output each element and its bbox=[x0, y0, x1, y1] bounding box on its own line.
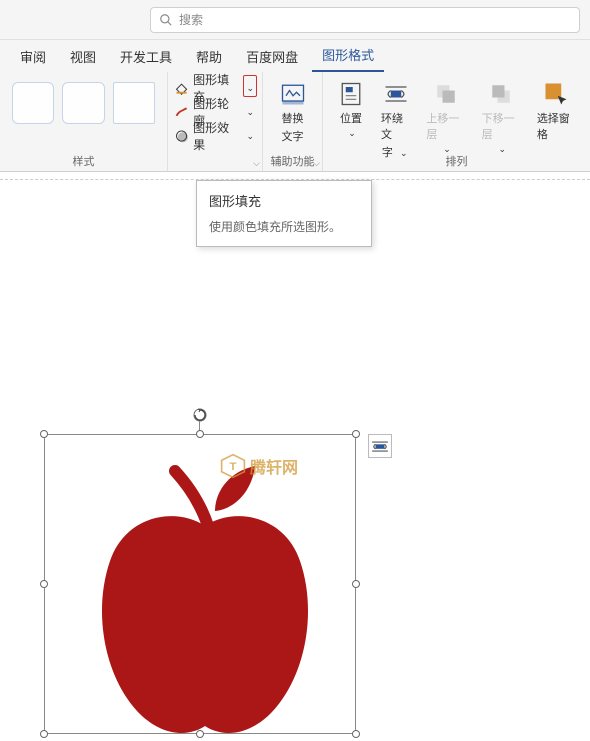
position-icon bbox=[337, 80, 365, 108]
style-gallery[interactable] bbox=[6, 76, 161, 130]
style-thumb[interactable] bbox=[12, 82, 54, 124]
search-box[interactable]: 搜索 bbox=[150, 7, 580, 33]
group-arrange: 位置 ⌄ 环绕文 字 ⌄ 上移一层 ⌄ 下移一层 ⌄ 选择窗格 bbox=[323, 72, 590, 171]
chevron-down-icon[interactable]: ⌄ bbox=[244, 107, 256, 118]
dialog-launcher-icon[interactable]: ⌵ bbox=[253, 158, 260, 169]
tab-help[interactable]: 帮助 bbox=[186, 41, 232, 72]
tab-dev[interactable]: 开发工具 bbox=[110, 41, 182, 72]
red-highlight bbox=[243, 75, 257, 97]
send-backward-button[interactable]: 下移一层 ⌄ bbox=[474, 76, 529, 164]
position-button[interactable]: 位置 ⌄ bbox=[329, 76, 373, 164]
resize-handle[interactable] bbox=[196, 430, 204, 438]
resize-handle[interactable] bbox=[40, 430, 48, 438]
wrap-icon bbox=[382, 80, 410, 108]
style-thumb[interactable] bbox=[113, 82, 155, 124]
tooltip-body: 使用颜色填充所选图形。 bbox=[209, 218, 359, 236]
layout-options-button[interactable] bbox=[368, 434, 392, 458]
group-label-styles: 样式 bbox=[0, 153, 167, 169]
tab-view[interactable]: 视图 bbox=[60, 41, 106, 72]
wrap-text-button[interactable]: 环绕文 字 ⌄ bbox=[373, 76, 418, 164]
group-label-arrange: 排列 bbox=[323, 153, 590, 169]
alt-text-icon bbox=[279, 80, 307, 108]
apple-shape[interactable] bbox=[80, 451, 330, 741]
effects-icon bbox=[174, 128, 189, 144]
bring-forward-icon bbox=[432, 80, 460, 108]
search-placeholder: 搜索 bbox=[179, 11, 203, 28]
tooltip: 图形填充 使用颜色填充所选图形。 bbox=[196, 180, 372, 247]
dialog-launcher-icon[interactable]: ⌵ bbox=[313, 158, 320, 169]
tab-baidu[interactable]: 百度网盘 bbox=[236, 41, 308, 72]
shape-selection-box[interactable] bbox=[44, 434, 356, 734]
layout-options-icon bbox=[371, 439, 389, 453]
resize-handle[interactable] bbox=[40, 730, 48, 738]
tab-shape-format[interactable]: 图形格式 bbox=[312, 39, 384, 72]
selection-pane-icon bbox=[542, 80, 570, 108]
alt-text-button[interactable]: 替换 文字 bbox=[269, 76, 316, 148]
title-bar: 搜索 bbox=[0, 0, 590, 40]
resize-handle[interactable] bbox=[40, 580, 48, 588]
style-thumb[interactable] bbox=[62, 82, 104, 124]
bucket-icon bbox=[174, 80, 189, 96]
svg-text:T: T bbox=[230, 461, 237, 473]
group-fill: 图形填充 ⌄ 图形轮廓 ⌄ 图形效果 ⌄ ⌵ bbox=[168, 72, 263, 171]
outline-icon bbox=[174, 104, 189, 120]
resize-handle[interactable] bbox=[352, 580, 360, 588]
selection-pane-button[interactable]: 选择窗格 bbox=[529, 76, 584, 164]
group-shape-styles: 样式 bbox=[0, 72, 168, 171]
watermark-logo-icon: T bbox=[220, 453, 246, 479]
ribbon: 样式 图形填充 ⌄ 图形轮廓 ⌄ 图形效果 ⌄ ⌵ 替换 文字 辅助功能 ⌵ bbox=[0, 72, 590, 172]
chevron-down-icon: ⌄ bbox=[346, 128, 358, 139]
search-icon bbox=[159, 13, 173, 27]
resize-handle[interactable] bbox=[352, 730, 360, 738]
tab-review[interactable]: 审阅 bbox=[10, 41, 56, 72]
shape-effects-label: 图形效果 bbox=[193, 119, 238, 153]
tooltip-title: 图形填充 bbox=[209, 191, 359, 210]
resize-handle[interactable] bbox=[352, 430, 360, 438]
group-accessibility: 替换 文字 辅助功能 ⌵ bbox=[263, 72, 323, 171]
ribbon-tabs: 审阅 视图 开发工具 帮助 百度网盘 图形格式 bbox=[0, 40, 590, 72]
bring-forward-button[interactable]: 上移一层 ⌄ bbox=[418, 76, 473, 164]
watermark: T 腾轩网 bbox=[220, 453, 298, 479]
rotate-handle[interactable] bbox=[192, 407, 208, 423]
rotate-icon bbox=[192, 407, 208, 423]
shape-effects-button[interactable]: 图形效果 ⌄ bbox=[174, 124, 256, 148]
chevron-down-icon[interactable]: ⌄ bbox=[244, 131, 256, 142]
send-backward-icon bbox=[487, 80, 515, 108]
watermark-text: 腾轩网 bbox=[250, 454, 298, 478]
